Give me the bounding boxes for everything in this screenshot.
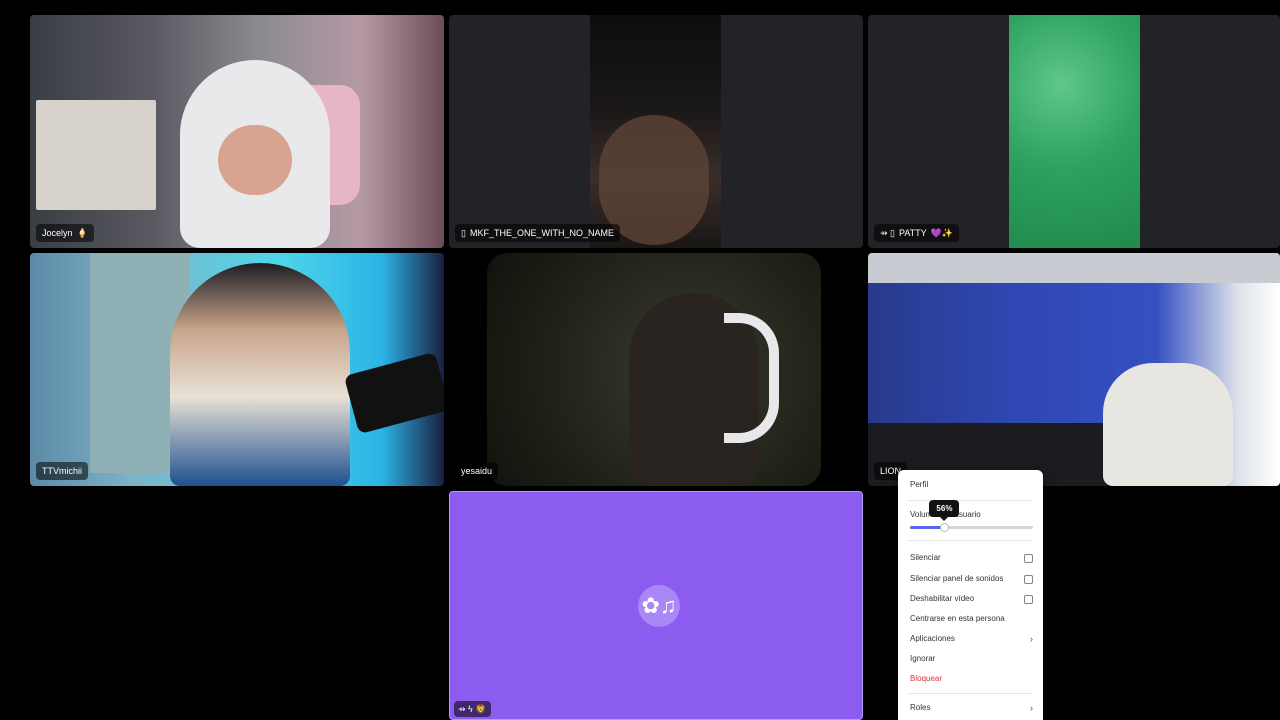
- participant-name: TTVmichii: [42, 466, 82, 476]
- menu-divider: [908, 500, 1033, 501]
- headphones: [724, 313, 779, 443]
- menu-item-label: Ignorar: [910, 654, 936, 663]
- activity-logo-icon: ✿♫: [638, 585, 680, 627]
- participant-name: PATTY: [899, 228, 927, 238]
- menu-item-mute[interactable]: Silenciar: [910, 551, 1033, 565]
- participant-nameplate: ▯ MKF_THE_ONE_WITH_NO_NAME: [455, 224, 620, 242]
- menu-item-label: Perfil: [910, 480, 929, 489]
- participant-video: [1103, 363, 1233, 486]
- video-tile-mkf[interactable]: ▯ MKF_THE_ONE_WITH_NO_NAME: [449, 15, 863, 248]
- volume-tooltip: 56%: [929, 500, 960, 521]
- activity-badges: ⇸ ϟ 🦁: [454, 701, 491, 717]
- video-tile-jocelyn[interactable]: Jocelyn 🍦: [30, 15, 444, 248]
- participant-video: [170, 263, 350, 486]
- background-dresser: [36, 100, 156, 210]
- menu-item-disable-video[interactable]: Deshabilitar vídeo: [910, 592, 1033, 606]
- activity-tile[interactable]: ✿♫ ⇸ ϟ 🦁: [449, 491, 863, 720]
- participant-video: [1009, 15, 1140, 248]
- video-tile-ttvmichii[interactable]: TTVmichii: [30, 253, 444, 486]
- user-context-menu: Perfil Volumen de usuario 56% Silenciar …: [898, 470, 1043, 720]
- mute-checkbox[interactable]: [1024, 553, 1033, 563]
- menu-divider: [908, 540, 1033, 541]
- participant-name: yesaidu: [461, 466, 493, 476]
- chevron-right-icon: ›: [1030, 703, 1033, 713]
- participant-nameplate: Jocelyn 🍦: [36, 224, 94, 242]
- menu-item-profile[interactable]: Perfil: [910, 478, 1033, 492]
- participant-face: [218, 125, 292, 195]
- background-ceiling: [868, 253, 1280, 283]
- menu-divider: [908, 693, 1033, 694]
- menu-item-label: Silenciar: [910, 553, 941, 562]
- microphone: [343, 351, 444, 435]
- volume-slider-handle[interactable]: [940, 523, 950, 532]
- menu-item-label: Bloquear: [910, 674, 943, 683]
- participant-nameplate: TTVmichii: [36, 462, 88, 480]
- participant-nameplate: ⇸ ▯ PATTY 💜✨: [874, 224, 960, 242]
- menu-item-label: Silenciar panel de sonidos: [910, 574, 1004, 583]
- menu-item-roles[interactable]: Roles ›: [910, 701, 1033, 715]
- menu-item-label: Roles: [910, 703, 931, 712]
- menu-item-ignore[interactable]: Ignorar: [910, 652, 1033, 666]
- video-tile-patty[interactable]: ⇸ ▯ PATTY 💜✨: [868, 15, 1280, 248]
- menu-item-label: Deshabilitar vídeo: [910, 594, 975, 603]
- video-tile-yesaidu[interactable]: yesaidu: [449, 253, 863, 486]
- menu-item-mute-soundboard[interactable]: Silenciar panel de sonidos: [910, 572, 1033, 586]
- participant-nameplate: yesaidu: [455, 462, 499, 480]
- muted-mobile-icon: ⇸ ▯: [880, 227, 895, 238]
- disable-video-checkbox[interactable]: [1024, 594, 1033, 604]
- chevron-right-icon: ›: [1030, 634, 1033, 644]
- menu-item-label: Aplicaciones: [910, 634, 955, 643]
- menu-item-focus-person[interactable]: Centrarse en esta persona: [910, 612, 1033, 626]
- participant-name: Jocelyn: [42, 228, 73, 238]
- ice-cream-icon: 🍦: [76, 227, 88, 238]
- menu-item-label: Centrarse en esta persona: [910, 614, 1005, 623]
- heart-sparkles-icon: 💜✨: [930, 227, 954, 238]
- participant-name: MKF_THE_ONE_WITH_NO_NAME: [469, 228, 614, 238]
- mute-soundboard-checkbox[interactable]: [1024, 574, 1033, 584]
- menu-item-apps[interactable]: Aplicaciones ›: [910, 632, 1033, 646]
- volume-slider-fill: [910, 526, 945, 529]
- mobile-icon: ▯: [461, 227, 466, 238]
- user-volume-slider[interactable]: [910, 523, 1033, 532]
- video-tile-lion[interactable]: LION: [868, 253, 1280, 486]
- menu-item-block[interactable]: Bloquear: [910, 672, 1033, 686]
